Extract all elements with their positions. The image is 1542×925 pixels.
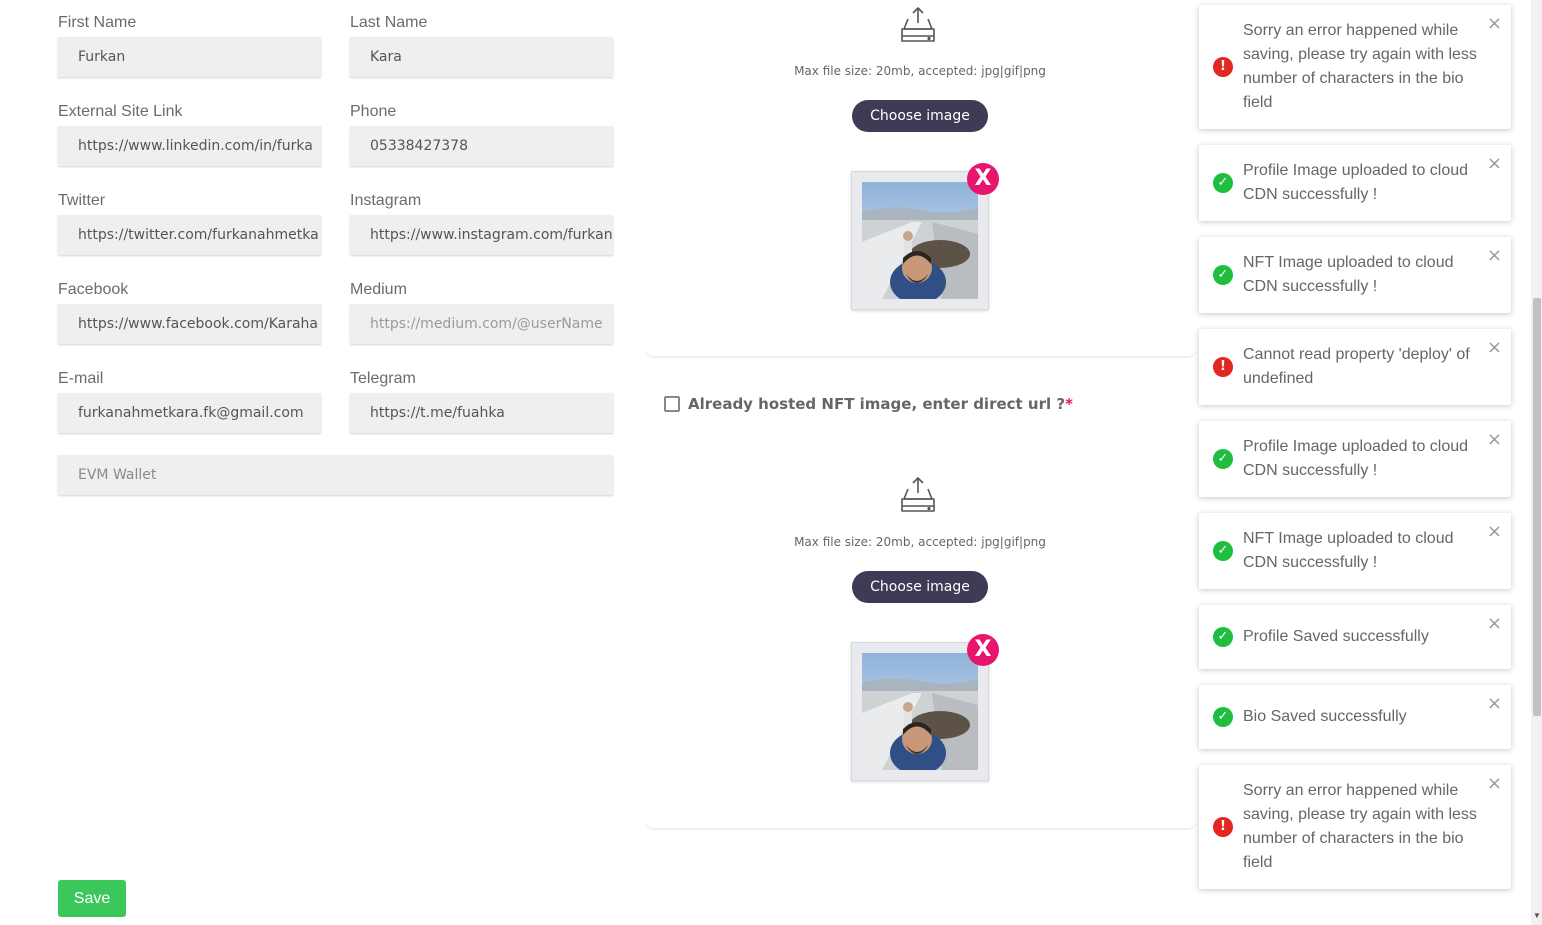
external-link-input[interactable]: https://www.linkedin.com/in/furka <box>58 126 321 166</box>
exclamation-circle-icon: ! <box>1213 817 1233 837</box>
upload-tray-icon <box>901 477 935 512</box>
check-circle-icon: ✓ <box>1213 707 1233 727</box>
nft-photo-thumbnail <box>862 653 978 770</box>
check-circle-icon: ✓ <box>1213 627 1233 647</box>
twitter-input[interactable]: https://twitter.com/furkanahmetka <box>58 215 321 255</box>
check-circle-icon: ✓ <box>1213 541 1233 561</box>
instagram-group: Instagram https://www.instagram.com/furk… <box>350 190 613 255</box>
remove-nft-image-button[interactable]: X <box>967 634 999 666</box>
profile-photo-thumbnail <box>862 182 978 299</box>
exclamation-circle-icon: ! <box>1213 57 1233 77</box>
last-name-group: Last Name Kara <box>350 12 613 77</box>
toast-error[interactable]: ! Sorry an error happened while saving, … <box>1199 5 1511 129</box>
upload-tray-icon <box>901 7 935 42</box>
telegram-group: Telegram https://t.me/fuahka <box>350 368 613 433</box>
toast-success[interactable]: ✓ NFT Image uploaded to cloud CDN succes… <box>1199 513 1511 589</box>
medium-group: Medium https://medium.com/@userName <box>350 279 613 344</box>
nft-image-upload-card: Max file size: 20mb, accepted: jpg|gif|p… <box>645 440 1197 830</box>
external-link-label: External Site Link <box>58 103 183 120</box>
nft-image-preview: X <box>851 634 999 781</box>
telegram-input[interactable]: https://t.me/fuahka <box>350 393 613 433</box>
toast-success[interactable]: ✓ NFT Image uploaded to cloud CDN succes… <box>1199 237 1511 313</box>
close-icon[interactable]: × <box>1487 431 1502 449</box>
toast-success[interactable]: ✓ Profile Image uploaded to cloud CDN su… <box>1199 421 1511 497</box>
external-link-group: External Site Link https://www.linkedin.… <box>58 101 321 166</box>
close-icon[interactable]: × <box>1487 523 1502 541</box>
phone-label: Phone <box>350 103 397 120</box>
email-input[interactable]: furkanahmetkara.fk@gmail.com <box>58 393 321 433</box>
first-name-label: First Name <box>58 14 137 31</box>
close-icon[interactable]: × <box>1487 775 1502 793</box>
phone-group: Phone 05338427378 <box>350 101 613 166</box>
instagram-label: Instagram <box>350 192 422 209</box>
toast-message: Profile Saved successfully <box>1243 628 1429 645</box>
phone-input[interactable]: 05338427378 <box>350 126 613 166</box>
telegram-label: Telegram <box>350 370 416 387</box>
toast-message: Sorry an error happened while saving, pl… <box>1243 22 1477 111</box>
max-file-size-text: Max file size: 20mb, accepted: jpg|gif|p… <box>794 64 1046 78</box>
profile-image-upload-card: Max file size: 20mb, accepted: jpg|gif|p… <box>645 0 1197 358</box>
evm-wallet-input[interactable]: EVM Wallet <box>58 455 613 495</box>
toast-success[interactable]: ✓ Profile Saved successfully × <box>1199 605 1511 669</box>
save-button[interactable]: Save <box>58 880 126 917</box>
scroll-down-arrow-icon[interactable]: ▼ <box>1533 911 1541 920</box>
twitter-label: Twitter <box>58 192 106 209</box>
facebook-input[interactable]: https://www.facebook.com/Karaha <box>58 304 321 344</box>
required-mark: * <box>1065 395 1073 413</box>
close-icon[interactable]: × <box>1487 615 1502 633</box>
medium-input[interactable]: https://medium.com/@userName <box>350 304 613 344</box>
email-group: E-mail furkanahmetkara.fk@gmail.com <box>58 368 321 433</box>
choose-image-button[interactable]: Choose image <box>852 571 988 603</box>
toast-success[interactable]: ✓ Profile Image uploaded to cloud CDN su… <box>1199 145 1511 221</box>
check-circle-icon: ✓ <box>1213 449 1233 469</box>
check-circle-icon: ✓ <box>1213 265 1233 285</box>
hosted-nft-checkbox-row[interactable]: Already hosted NFT image, enter direct u… <box>664 394 1073 414</box>
max-file-size-text: Max file size: 20mb, accepted: jpg|gif|p… <box>794 535 1046 549</box>
first-name-input[interactable]: Furkan <box>58 37 321 77</box>
toast-error[interactable]: ! Cannot read property 'deploy' of undef… <box>1199 329 1511 405</box>
scrollbar-thumb[interactable] <box>1533 298 1541 716</box>
check-circle-icon: ✓ <box>1213 173 1233 193</box>
first-name-group: First Name Furkan <box>58 12 321 77</box>
toast-message: Sorry an error happened while saving, pl… <box>1243 782 1477 871</box>
toast-error[interactable]: ! Sorry an error happened while saving, … <box>1199 765 1511 889</box>
hosted-nft-checkbox[interactable] <box>664 396 680 412</box>
close-icon[interactable]: × <box>1487 155 1502 173</box>
toast-message: NFT Image uploaded to cloud CDN successf… <box>1243 254 1454 295</box>
exclamation-circle-icon: ! <box>1213 357 1233 377</box>
toast-message: Profile Image uploaded to cloud CDN succ… <box>1243 438 1469 479</box>
toast-message: Cannot read property 'deploy' of undefin… <box>1243 346 1470 387</box>
twitter-group: Twitter https://twitter.com/furkanahmetk… <box>58 190 321 255</box>
email-label: E-mail <box>58 370 104 387</box>
page-scrollbar[interactable]: ▼ <box>1531 0 1542 925</box>
last-name-input[interactable]: Kara <box>350 37 613 77</box>
medium-label: Medium <box>350 281 407 298</box>
instagram-input[interactable]: https://www.instagram.com/furkan <box>350 215 613 255</box>
close-icon[interactable]: × <box>1487 695 1502 713</box>
close-icon[interactable]: × <box>1487 247 1502 265</box>
remove-profile-image-button[interactable]: X <box>967 163 999 195</box>
last-name-label: Last Name <box>350 14 428 31</box>
toast-message: Bio Saved successfully <box>1243 708 1407 725</box>
choose-image-button[interactable]: Choose image <box>852 100 988 132</box>
close-icon[interactable]: × <box>1487 15 1502 33</box>
close-icon[interactable]: × <box>1487 339 1502 357</box>
toast-message: NFT Image uploaded to cloud CDN successf… <box>1243 530 1454 571</box>
facebook-group: Facebook https://www.facebook.com/Karaha <box>58 279 321 344</box>
toast-success[interactable]: ✓ Bio Saved successfully × <box>1199 685 1511 749</box>
facebook-label: Facebook <box>58 281 129 298</box>
profile-image-preview: X <box>851 163 999 310</box>
toast-message: Profile Image uploaded to cloud CDN succ… <box>1243 162 1469 203</box>
hosted-nft-label: Already hosted NFT image, enter direct u… <box>688 395 1066 413</box>
